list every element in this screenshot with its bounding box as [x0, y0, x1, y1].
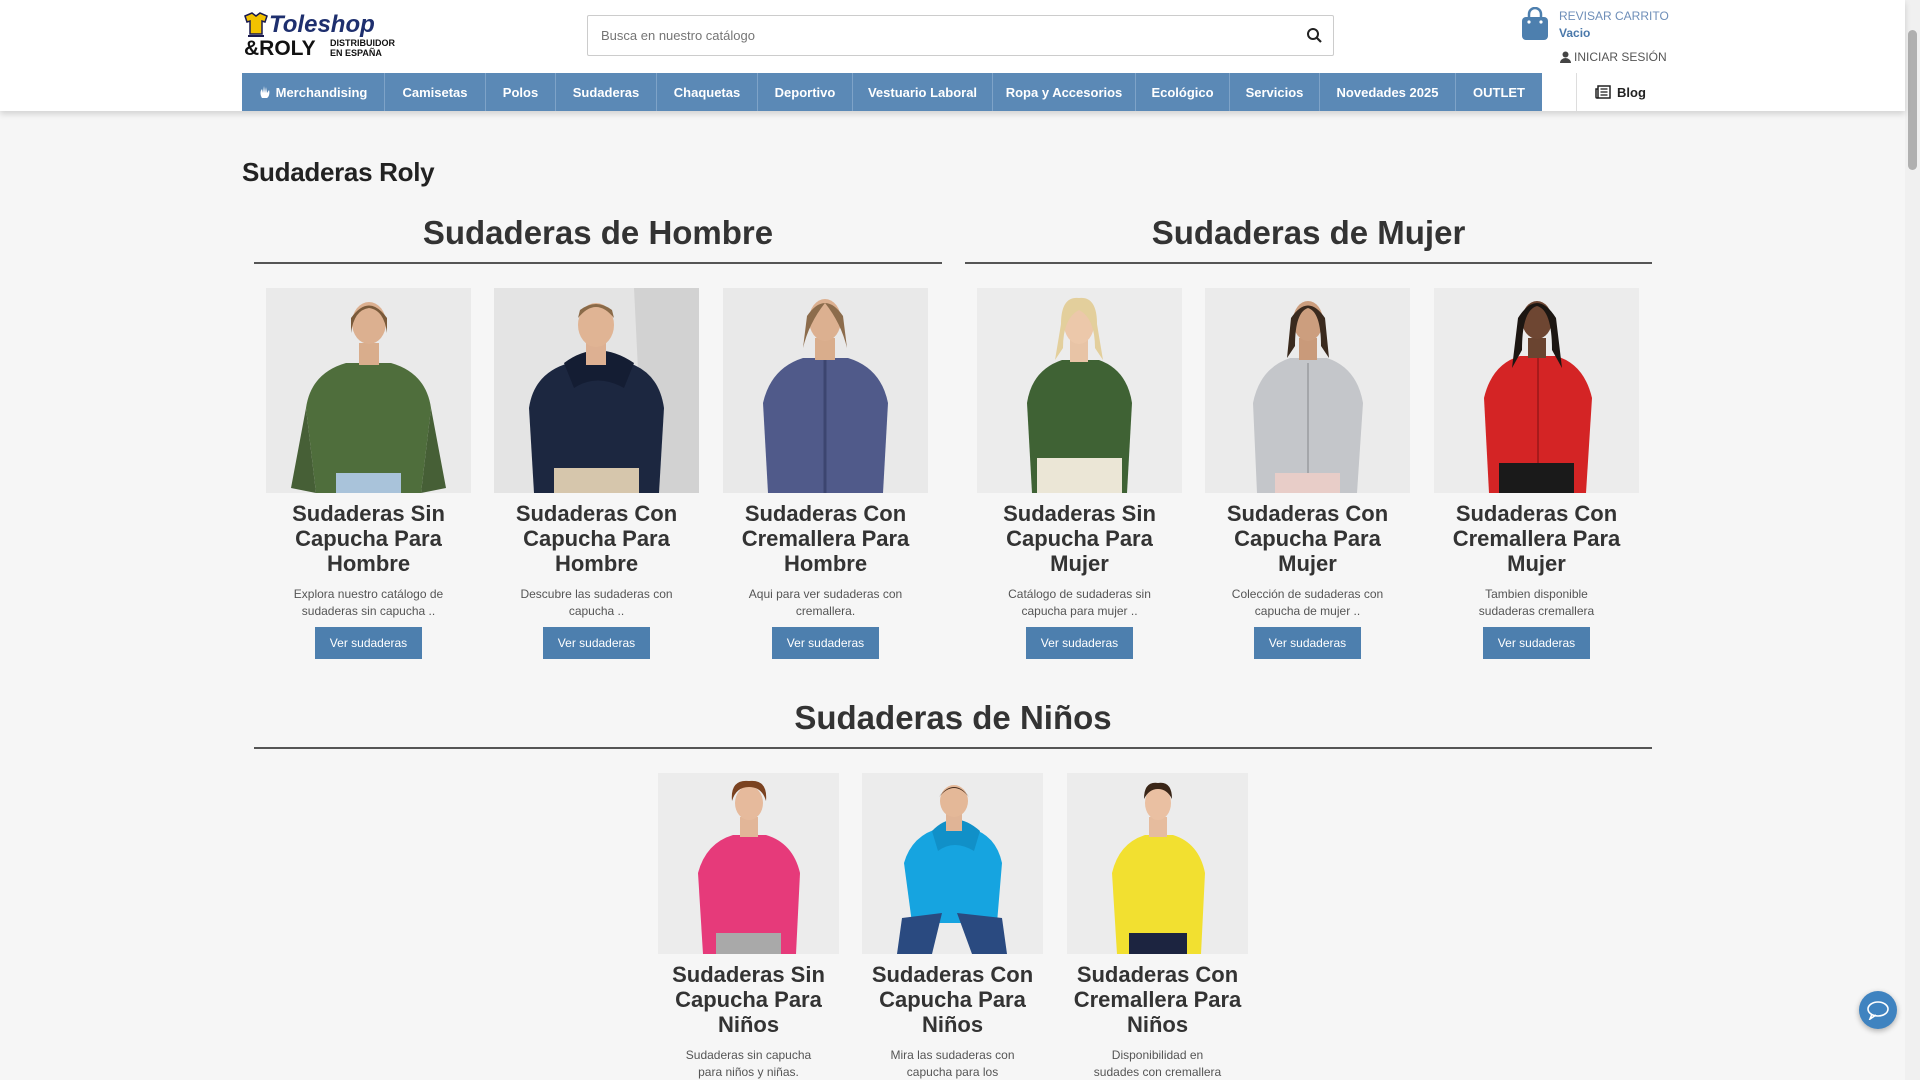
card-description: Aqui para ver sudaderas con cremallera. [748, 587, 903, 618]
nav-item-outlet[interactable]: OUTLET [1456, 73, 1542, 111]
card-title[interactable]: Sudaderas Sin Capucha Para Mujer [977, 501, 1182, 576]
scrollbar-thumb[interactable] [1908, 30, 1917, 170]
cart-label[interactable]: REVISAR CARRITO [1559, 8, 1669, 25]
ver-sudaderas-button[interactable]: Ver sudaderas [542, 627, 651, 659]
card-description: Catálogo de sudaderas sin capucha para m… [1008, 587, 1151, 618]
card-description: Mira las sudaderas con capucha para los … [890, 1048, 1015, 1079]
product-image-pink-sweater-kid[interactable] [658, 773, 839, 954]
shopping-bag-icon[interactable] [1520, 6, 1550, 41]
user-icon [1560, 51, 1571, 63]
search-icon[interactable] [1305, 26, 1325, 46]
merch-icon [259, 85, 271, 99]
page-title: Sudaderas Roly [242, 157, 435, 187]
card-description: Disponibilidad en sudades con cremallera… [1093, 1048, 1222, 1079]
card-title[interactable]: Sudaderas Con Cremallera Para Hombre [723, 501, 928, 576]
logo-text-toleshop: Toleshop [269, 11, 375, 38]
card-description: Tambien disponible sudaderas cremallera [1478, 587, 1595, 618]
nav-item-vestuario-laboral[interactable]: Vestuario Laboral [853, 73, 993, 111]
card-title[interactable]: Sudaderas Con Cremallera Para Mujer [1434, 501, 1639, 576]
category-card: Sudaderas Sin Capucha Para Niños Sudader… [658, 773, 839, 1080]
card-title[interactable]: Sudaderas Con Cremallera Para Niños [1067, 962, 1248, 1037]
login-label[interactable]: INICIAR SESIÓN [1574, 50, 1667, 64]
card-description: Sudaderas sin capucha para niños y niñas… [685, 1048, 812, 1079]
nav-item-ecologico[interactable]: Ecológico [1136, 73, 1230, 111]
nav-item-blog[interactable]: Blog [1576, 73, 1664, 111]
section-title-ninos: Sudaderas de Niños [794, 699, 1112, 736]
category-card: Sudaderas Con Cremallera Para Niños Disp… [1067, 773, 1248, 1080]
card-description: Colección de sudaderas con capucha de mu… [1231, 587, 1384, 618]
cart-status: Vacio [1559, 26, 1591, 40]
ver-sudaderas-button[interactable]: Ver sudaderas [771, 627, 880, 659]
category-card: Sudaderas Con Capucha Para Niños Mira la… [862, 773, 1043, 1080]
category-card: Sudaderas Con Capucha Para Hombre Descub… [494, 288, 699, 659]
ver-sudaderas-button[interactable]: Ver sudaderas [1482, 627, 1591, 659]
search-box [587, 15, 1334, 56]
nav-item-chaquetas[interactable]: Chaquetas [657, 73, 758, 111]
logo-text-roly: &ROLY [244, 37, 316, 60]
nav-item-merchandising[interactable]: Merchandising [242, 73, 385, 111]
category-card: Sudaderas Sin Capucha Para Hombre Explor… [266, 288, 471, 659]
nav-item-camisetas[interactable]: Camisetas [385, 73, 486, 111]
card-title[interactable]: Sudaderas Con Capucha Para Niños [862, 962, 1043, 1037]
section-divider [254, 262, 942, 264]
category-card: Sudaderas Sin Capucha Para Mujer Catálog… [977, 288, 1182, 659]
svg-text:DISTRIBUIDOR: DISTRIBUIDOR [330, 38, 396, 48]
tshirt-logo-icon [244, 12, 268, 37]
nav-item-novedades[interactable]: Novedades 2025 [1320, 73, 1456, 111]
product-image-zip-jacket-man[interactable] [723, 288, 928, 493]
section-title-mujer: Sudaderas de Mujer [1151, 214, 1466, 251]
category-card: Sudaderas Con Cremallera Para Mujer Tamb… [1434, 288, 1639, 659]
chat-icon[interactable] [1859, 991, 1897, 1029]
product-image-blue-hoodie-kid[interactable] [862, 773, 1043, 954]
product-image-green-sweater-man[interactable] [266, 288, 471, 493]
section-divider [254, 747, 1652, 749]
page-scrollbar[interactable] [1905, 0, 1920, 1080]
card-title[interactable]: Sudaderas Sin Capucha Para Niños [658, 962, 839, 1037]
category-card: Sudaderas Con Cremallera Para Hombre Aqu… [723, 288, 928, 659]
section-divider [965, 262, 1652, 264]
toleshop-roly-logo[interactable]: Toleshop &ROLY DISTRIBUIDOR EN ESPAÑA [242, 10, 410, 62]
product-image-yellow-sweater-kid[interactable] [1067, 773, 1248, 954]
product-image-grey-hoodie-woman[interactable] [1205, 288, 1410, 493]
product-image-navy-hoodie-man[interactable] [494, 288, 699, 493]
newspaper-icon [1595, 85, 1611, 99]
card-title[interactable]: Sudaderas Con Capucha Para Mujer [1205, 501, 1410, 576]
login-link[interactable]: INICIAR SESIÓN [1560, 50, 1667, 64]
nav-item-servicios[interactable]: Servicios [1230, 73, 1320, 111]
search-input[interactable] [588, 16, 1278, 55]
card-description: Descubre las sudaderas con capucha .. [520, 587, 673, 618]
card-title[interactable]: Sudaderas Sin Capucha Para Hombre [266, 501, 471, 576]
ver-sudaderas-button[interactable]: Ver sudaderas [1025, 627, 1134, 659]
card-description: Explora nuestro catálogo de sudaderas si… [293, 587, 444, 618]
product-image-green-sweater-woman[interactable] [977, 288, 1182, 493]
section-title-hombre: Sudaderas de Hombre [422, 214, 774, 251]
nav-item-ropa-accesorios[interactable]: Ropa y Accesorios [993, 73, 1136, 111]
site-header: Toleshop &ROLY DISTRIBUIDOR EN ESPAÑA RE… [0, 0, 1905, 111]
svg-text:EN ESPAÑA: EN ESPAÑA [330, 48, 382, 58]
category-card: Sudaderas Con Capucha Para Mujer Colecci… [1205, 288, 1410, 659]
nav-item-polos[interactable]: Polos [486, 73, 556, 111]
nav-item-deportivo[interactable]: Deportivo [758, 73, 853, 111]
main-nav: Merchandising Camisetas Polos Sudaderas … [242, 73, 1542, 111]
cart-summary[interactable]: REVISAR CARRITO Vacio [1559, 8, 1669, 42]
ver-sudaderas-button[interactable]: Ver sudaderas [314, 627, 423, 659]
product-image-red-jacket-woman[interactable] [1434, 288, 1639, 493]
ver-sudaderas-button[interactable]: Ver sudaderas [1253, 627, 1362, 659]
nav-item-sudaderas[interactable]: Sudaderas [556, 73, 657, 111]
card-title[interactable]: Sudaderas Con Capucha Para Hombre [494, 501, 699, 576]
